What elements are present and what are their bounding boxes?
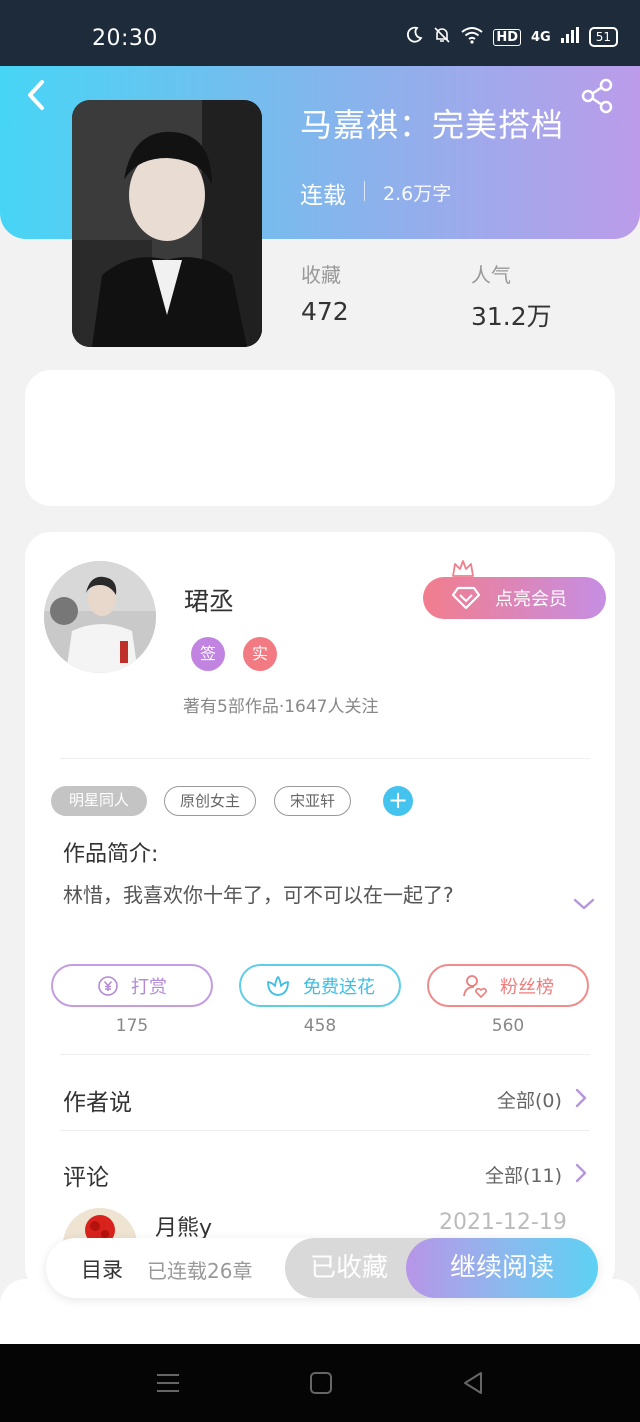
diamond-icon	[451, 586, 481, 610]
chevron-right-icon[interactable]	[574, 1162, 588, 1184]
vip-button[interactable]: 点亮会员	[423, 577, 606, 619]
favorites-value: 472	[301, 297, 349, 326]
status-time: 20:30	[92, 26, 158, 51]
menu-icon[interactable]	[156, 1371, 180, 1395]
send-flower-label: 免费送花	[303, 976, 375, 998]
tag-original-heroine[interactable]: 原创女主	[164, 786, 256, 816]
vip-button-label: 点亮会员	[495, 589, 567, 610]
divider	[364, 181, 365, 201]
chevron-right-icon[interactable]	[574, 1087, 588, 1109]
reward-label: 打赏	[131, 976, 167, 998]
flower-icon	[267, 975, 289, 996]
user-heart-icon	[463, 974, 487, 998]
favorites-label: 收藏	[301, 263, 341, 287]
fans-count: 560	[491, 1016, 525, 1036]
table-of-contents-button[interactable]: 目录	[81, 1254, 123, 1284]
share-icon	[581, 78, 613, 114]
wifi-icon	[461, 26, 483, 48]
popularity-label: 人气	[471, 263, 511, 287]
chevron-down-icon[interactable]	[572, 895, 596, 913]
book-status: 连载	[300, 183, 346, 209]
book-word-count: 2.6万字	[383, 183, 452, 205]
share-button[interactable]	[580, 78, 616, 114]
verified-badge: 实	[243, 637, 277, 671]
signed-badge: 签	[191, 637, 225, 671]
chapter-count[interactable]: 已连载26章	[147, 1255, 252, 1284]
author-avatar[interactable]	[44, 561, 156, 673]
flower-count: 458	[303, 1016, 337, 1036]
fan-ranking-button[interactable]: 粉丝榜	[427, 964, 589, 1007]
send-flower-button[interactable]: 免费送花	[239, 964, 401, 1007]
author-says-more-link[interactable]: 全部(0)	[497, 1086, 562, 1113]
book-cover-image[interactable]	[72, 100, 262, 347]
status-bar: 20:30 HD 4G 51	[0, 0, 640, 66]
book-title: 马嘉祺：完美搭档	[300, 106, 565, 144]
popularity-value: 31.2万	[471, 302, 552, 331]
mute-bell-icon	[433, 26, 451, 48]
divider	[60, 758, 590, 759]
chevron-left-icon	[28, 80, 44, 110]
reward-button[interactable]: 打赏	[51, 964, 213, 1007]
comments-more-link[interactable]: 全部(11)	[485, 1161, 562, 1188]
moon-icon	[405, 26, 423, 48]
divider	[60, 1054, 590, 1055]
author-says-title: 作者说	[63, 1090, 132, 1116]
status-icons: HD 4G 51	[405, 26, 618, 48]
battery-icon: 51	[588, 27, 618, 47]
back-button[interactable]	[22, 78, 52, 112]
add-tag-button[interactable]: +	[383, 786, 413, 816]
network-indicator: 4G	[531, 29, 551, 45]
reward-count: 175	[115, 1016, 149, 1036]
comment-date: 2021-12-19	[439, 1210, 567, 1235]
author-name[interactable]: 珺丞	[184, 582, 234, 618]
comments-title: 评论	[63, 1165, 109, 1191]
author-meta: 著有5部作品·1647人关注	[183, 697, 379, 717]
signal-icon	[560, 27, 579, 47]
home-icon[interactable]	[309, 1371, 333, 1395]
coin-icon	[98, 975, 118, 996]
blank-card	[25, 370, 615, 506]
intro-text: 林惜，我喜欢你十年了，可不可以在一起了?	[63, 883, 454, 907]
fan-ranking-label: 粉丝榜	[500, 976, 554, 998]
back-triangle-icon[interactable]	[461, 1371, 485, 1395]
divider	[60, 1130, 590, 1131]
tag-star-fanfic[interactable]: 明星同人	[51, 786, 147, 816]
continue-reading-button[interactable]: 继续阅读	[406, 1238, 598, 1298]
intro-label: 作品简介:	[63, 842, 159, 867]
tag-song-yaxuan[interactable]: 宋亚轩	[274, 786, 351, 816]
hd-indicator: HD	[493, 28, 521, 46]
